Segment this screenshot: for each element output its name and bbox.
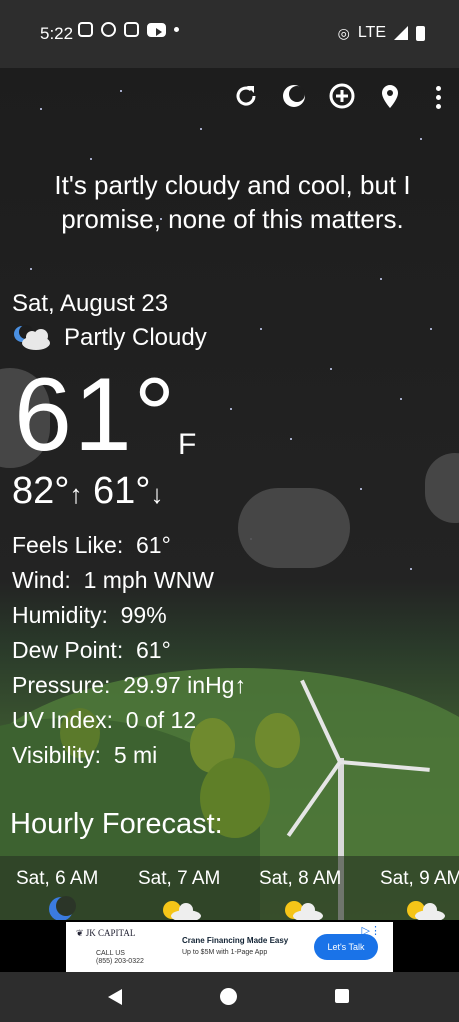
overflow-menu-icon <box>436 86 441 91</box>
detail-value: 99% <box>120 602 167 628</box>
ad-cta-button[interactable]: Let's Talk <box>314 934 378 960</box>
high-arrow-icon: ↑ <box>69 479 83 509</box>
hourly-forecast-title: Hourly Forecast: <box>10 808 223 840</box>
hourly-forecast-strip[interactable]: Sat, 6 AM Sat, 7 AM Sat, 8 AM Sat, 9 AM <box>0 856 459 920</box>
hour-time: Sat, 9 AM <box>380 868 459 889</box>
hour-item[interactable]: Sat, 7 AM <box>138 868 220 890</box>
weather-details: Feels Like: 61° Wind: 1 mph WNW Humidity… <box>12 528 246 773</box>
detail-pressure: Pressure: 29.97 inHg↑ <box>12 668 246 703</box>
detail-label: Pressure: <box>12 672 111 698</box>
condition-row: Partly Cloudy <box>12 324 207 352</box>
back-button[interactable] <box>108 989 122 1005</box>
current-date: Sat, August 23 <box>12 290 169 317</box>
hour-time: Sat, 6 AM <box>16 868 99 889</box>
hour-item[interactable]: Sat, 6 AM <box>16 868 98 890</box>
hour-item[interactable]: Sat, 9 AM <box>380 868 459 890</box>
ad-choices-icon[interactable]: ▷⋮ <box>362 924 381 937</box>
home-button[interactable] <box>220 988 237 1005</box>
ad-brand-logo: ❦ JK CAPITAL <box>76 928 136 938</box>
detail-visibility: Visibility: 5 mi <box>12 738 246 773</box>
detail-label: Dew Point: <box>12 637 124 663</box>
detail-value: 1 mph WNW <box>83 567 214 593</box>
detail-label: UV Index: <box>12 707 113 733</box>
moon-phase-button[interactable] <box>280 82 308 110</box>
instagram-icon <box>124 22 139 37</box>
detail-uv-index: UV Index: 0 of 12 <box>12 703 246 738</box>
battery-icon <box>416 25 425 41</box>
condition-label: Partly Cloudy <box>64 324 207 351</box>
detail-value: 5 mi <box>113 742 158 768</box>
refresh-button[interactable] <box>232 82 260 110</box>
detail-label: Feels Like: <box>12 532 124 558</box>
top-toolbar <box>232 82 404 110</box>
low-temperature: 61° <box>93 470 151 512</box>
ad-contact: CALL US (855) 203-0322 <box>96 950 144 966</box>
moon-icon <box>49 896 76 920</box>
youtube-icon <box>147 22 166 37</box>
location-button[interactable] <box>376 82 404 110</box>
partly-cloudy-night-icon <box>14 325 50 350</box>
weather-quote: It's partly cloudy and cool, but I promi… <box>54 170 411 234</box>
add-location-button[interactable] <box>328 82 356 110</box>
detail-value: 0 of 12 <box>125 707 197 733</box>
detail-label: Visibility: <box>12 742 102 768</box>
low-arrow-icon: ↓ <box>150 479 164 509</box>
system-nav-bar <box>0 972 459 1022</box>
alarm-icon <box>101 22 116 37</box>
status-right: ◎ LTE <box>338 24 425 42</box>
status-time: 5:22 <box>40 24 74 43</box>
hotspot-icon: ◎ <box>337 24 350 41</box>
signal-icon <box>394 26 408 40</box>
cloud-shape <box>425 453 459 523</box>
add-location-icon <box>329 83 355 109</box>
hour-time: Sat, 8 AM <box>259 868 342 889</box>
hour-time: Sat, 7 AM <box>138 868 221 889</box>
network-type: LTE <box>357 24 386 41</box>
high-low: 82°↑ 61°↓ <box>12 470 164 513</box>
ad-headline: Crane Financing Made Easy <box>182 936 289 945</box>
hour-item[interactable]: Sat, 8 AM <box>259 868 341 890</box>
sun-cloud-icon <box>163 901 201 920</box>
dot-icon <box>174 27 179 32</box>
ad-brand: JK CAPITAL <box>85 928 136 938</box>
ad-call-us: CALL US <box>96 950 125 957</box>
detail-dew-point: Dew Point: 61° <box>12 633 246 668</box>
ad-banner[interactable]: ❦ JK CAPITAL CALL US (855) 203-0322 Cran… <box>66 922 393 972</box>
temperature-unit: F <box>178 428 197 461</box>
detail-wind: Wind: 1 mph WNW <box>12 563 246 598</box>
detail-label: Wind: <box>12 567 71 593</box>
detail-value: 61° <box>136 637 171 663</box>
detail-humidity: Humidity: 99% <box>12 598 246 633</box>
moon-phase-icon <box>283 85 305 107</box>
ad-phone: (855) 203-0322 <box>96 958 144 965</box>
recents-button[interactable] <box>335 989 349 1003</box>
sun-cloud-icon <box>285 901 323 920</box>
detail-value: 29.97 inHg↑ <box>123 672 246 698</box>
overflow-menu-button[interactable] <box>436 86 441 109</box>
high-temperature: 82° <box>12 470 70 512</box>
detail-feels-like: Feels Like: 61° <box>12 528 246 563</box>
current-temperature: 61° <box>14 357 178 473</box>
detail-value: 61° <box>136 532 171 558</box>
sun-cloud-icon <box>407 901 445 920</box>
tree <box>255 713 300 768</box>
ad-subline: Up to $5M with 1-Page App <box>182 949 268 956</box>
status-icons <box>78 22 179 37</box>
cloud-shape <box>238 488 350 568</box>
refresh-icon <box>236 86 256 106</box>
status-bar: 5:22 ◎ LTE <box>0 0 459 68</box>
instagram-icon <box>78 22 93 37</box>
location-pin-icon <box>382 85 398 108</box>
detail-label: Humidity: <box>12 602 108 628</box>
